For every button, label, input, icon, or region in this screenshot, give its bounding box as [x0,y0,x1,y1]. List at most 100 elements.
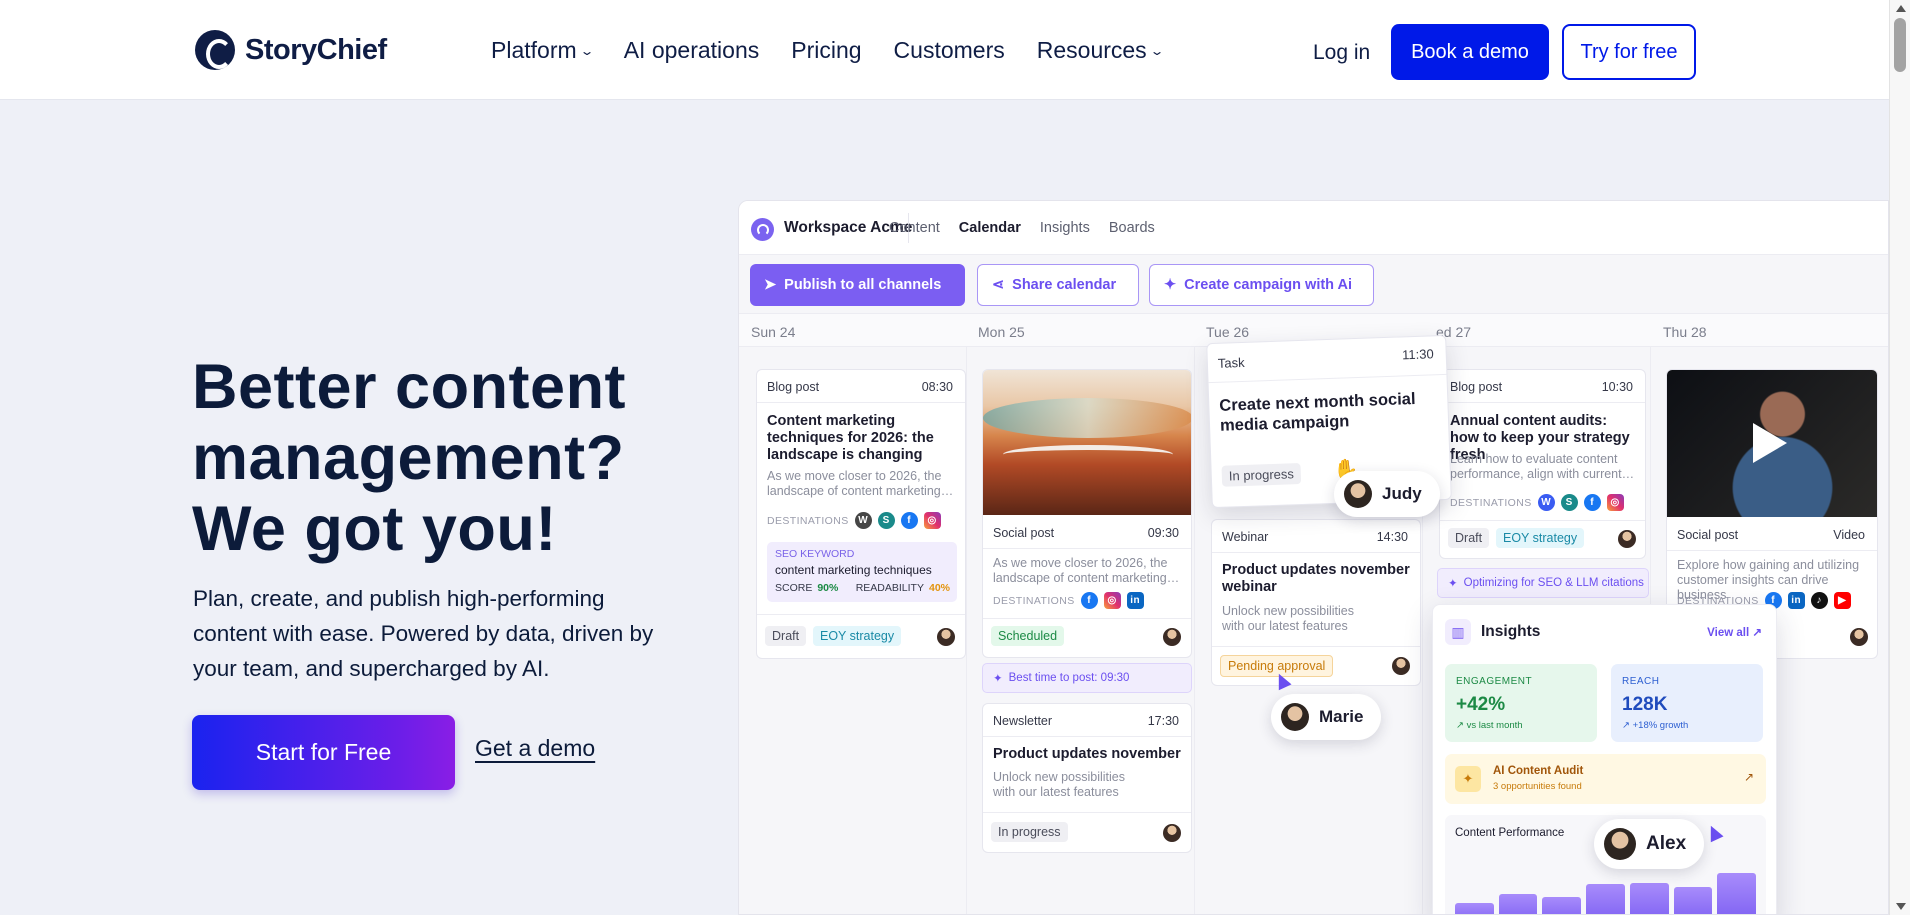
performance-bar [1717,872,1756,914]
status-badge: Scheduled [991,626,1065,646]
create-campaign-button[interactable]: ✦ Create campaign with Ai [1149,264,1374,306]
avatar [1392,657,1410,675]
collaborator-pill: Judy [1334,471,1440,517]
campaign-badge: EOY strategy [813,626,902,646]
card-time: 09:30 [1147,526,1179,540]
card-desc: Learn how to evaluate content performanc… [1450,452,1635,481]
card-time: 14:30 [1376,530,1408,544]
login-link[interactable]: Log in [1313,41,1370,65]
nav-customers[interactable]: Customers [894,37,1005,64]
avatar [1281,703,1309,731]
card-desc: Unlock new possibilities with our latest… [1222,604,1355,633]
card-title: Create next month social media campaign [1219,389,1416,435]
ai-content-audit[interactable]: ✦ AI Content Audit 3 opportunities found… [1445,754,1766,804]
publish-label: Publish to all channels [784,277,942,293]
readability-label: READABILITY [855,582,924,594]
storychief-logo[interactable]: StoryChief [195,30,387,70]
share-calendar-button[interactable]: ⋖ Share calendar [977,264,1139,306]
card-divider [1208,373,1447,384]
scroll-up-icon[interactable] [1896,5,1906,12]
view-all-label: View all [1707,627,1750,639]
column-divider [966,347,967,914]
avatar [1850,628,1868,646]
hero-title-line: We got you! [192,494,557,564]
publish-all-button[interactable]: ➤ Publish to all channels [750,264,965,306]
reach-stat: REACH 128K ↗ +18% growth [1611,664,1763,742]
card-type: Blog post [767,380,820,394]
status-badge: Draft [1448,528,1490,548]
social-post-card[interactable]: Social post 09:30 As we move closer to 2… [982,369,1192,658]
nav-pricing[interactable]: Pricing [791,37,861,64]
tab-content[interactable]: Content [889,220,940,236]
seo-label: SEO KEYWORD [775,548,855,560]
get-demo-link[interactable]: Get a demo [475,735,595,762]
nav-resources[interactable]: Resources ⌄ [1037,37,1165,64]
scroll-down-icon[interactable] [1896,903,1906,910]
seo-scores: SCORE 90% READABILITY 40% [775,582,950,594]
avatar [1344,480,1372,508]
card-divider [1212,552,1420,553]
facebook-icon: f [1080,592,1098,609]
scrollbar-thumb[interactable] [1894,18,1906,72]
blog-post-card[interactable]: Blog post 10:30 Annual content audits: h… [1439,369,1646,559]
card-type: Social post [993,526,1055,540]
stat-label: ENGAGEMENT [1456,676,1533,687]
collaborator-pill: Marie [1271,694,1382,740]
score-value: 90% [817,582,839,594]
play-icon[interactable] [1753,423,1787,463]
stat-value: 128K [1622,694,1668,715]
try-free-button[interactable]: Try for free [1562,24,1696,80]
blog-post-card[interactable]: Blog post 08:30 Content marketing techni… [756,369,966,659]
card-divider [983,618,1191,619]
view-all-link[interactable]: View all ↗ [1707,625,1762,639]
logo-icon [195,30,235,70]
insights-title: Insights [1481,623,1541,640]
arrow-up-right-icon: ↗ [1743,770,1754,784]
seo-hint-label: Optimizing for SEO & LLM citations [1463,577,1644,589]
webinar-card[interactable]: Webinar 14:30 Product updates november w… [1211,519,1421,686]
tab-boards[interactable]: Boards [1109,220,1155,236]
tab-calendar[interactable]: Calendar [959,220,1021,236]
app-preview: Workspace Acme Content Calendar Insights… [738,200,1889,915]
avatar [1163,824,1181,842]
sparkle-icon: ✦ [1455,766,1481,792]
arrow-up-right-icon: ↗ [1752,627,1762,639]
linkedin-icon: in [1787,592,1805,609]
card-time: 11:30 [1401,346,1434,363]
card-divider [1440,402,1645,403]
workspace-icon [751,218,774,241]
stat-change: ↗ vs last month [1456,720,1523,731]
status-badge: In progress [991,822,1068,842]
card-divider [1212,646,1420,647]
stat-change-text: vs last month [1466,720,1523,731]
chart-icon: ▥ [1445,619,1471,645]
collaborator-name: Judy [1382,484,1422,503]
collaborator-name: Alex [1646,833,1687,854]
landscape-image [983,370,1191,515]
audit-subtitle: 3 opportunities found [1493,781,1582,792]
nav-ai-operations[interactable]: AI operations [624,37,760,64]
app-topbar: Workspace Acme Content Calendar Insights… [739,201,1888,255]
day-label: Sun 24 [751,324,796,340]
seo-value: content marketing techniques [775,563,932,577]
best-time-hint[interactable]: ✦ Best time to post: 09:30 [982,663,1192,693]
card-type: Blog post [1450,380,1503,394]
book-demo-button[interactable]: Book a demo [1391,24,1549,80]
start-free-button[interactable]: Start for Free [192,715,455,790]
performance-bar [1498,893,1538,914]
page: StoryChief Platform ⌄ AI operations Prici… [0,0,1889,915]
seo-optimizing-hint[interactable]: ✦ Optimizing for SEO & LLM citations [1437,568,1649,598]
page-scrollbar[interactable] [1889,0,1910,915]
nav-platform[interactable]: Platform ⌄ [491,37,594,64]
share-label: Share calendar [1012,277,1117,293]
youtube-icon: ▶ [1833,592,1851,609]
card-divider [983,812,1191,813]
insights-panel: ▥ Insights View all ↗ ENGAGEMENT +42% ↗ … [1432,604,1777,914]
stat-change-text: +18% growth [1632,720,1689,731]
avatar [1604,828,1636,860]
facebook-icon: f [900,512,918,529]
stat-value: +42% [1456,694,1506,715]
tab-insights[interactable]: Insights [1040,220,1090,236]
status-badge: Draft [765,626,807,646]
newsletter-card[interactable]: Newsletter 17:30 Product updates novembe… [982,703,1192,853]
